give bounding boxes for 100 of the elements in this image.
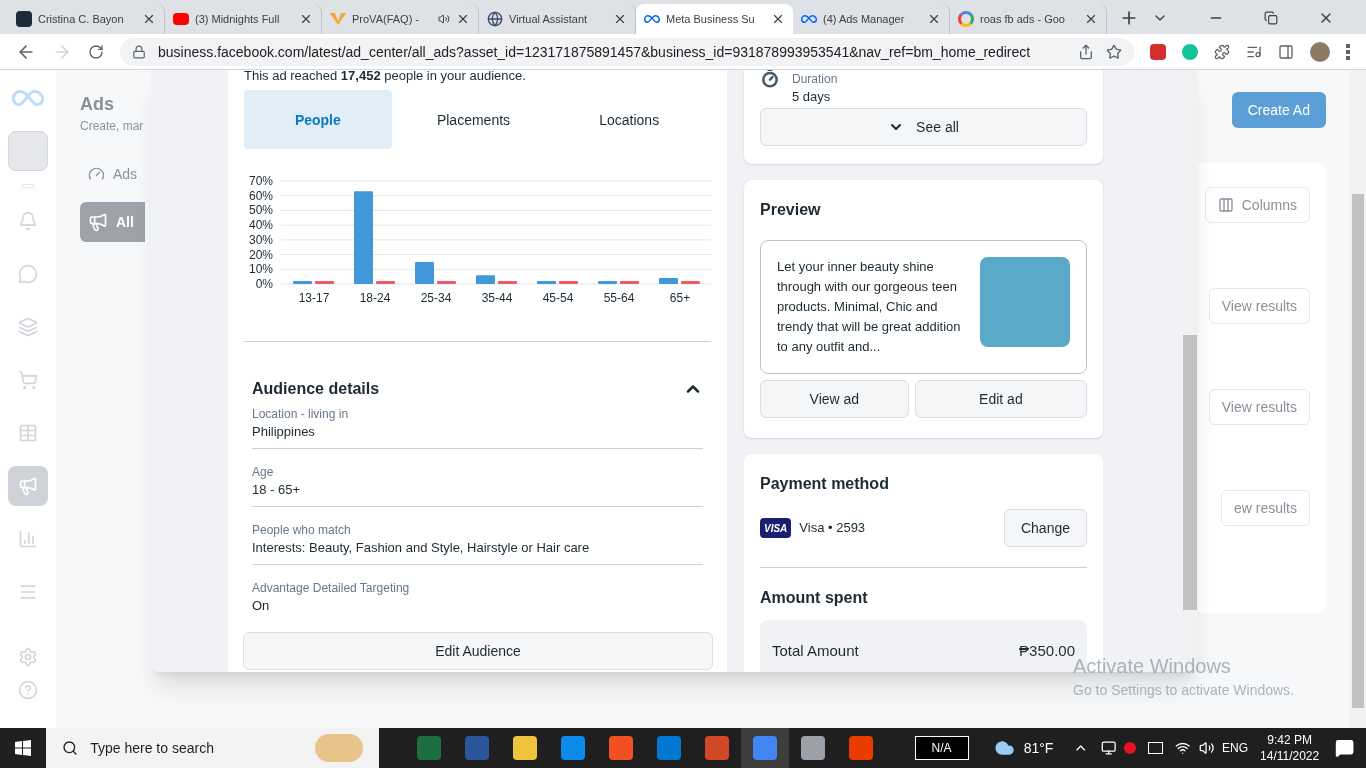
chart-bar (415, 261, 434, 284)
card-title: Payment method (760, 474, 890, 494)
close-icon[interactable] (927, 12, 941, 26)
browser-tab[interactable]: (3) Midnights Full (165, 4, 322, 34)
browser-tab[interactable]: ProVA(FAQ) - (322, 4, 479, 34)
x-tick-label: 13-17 (298, 291, 330, 305)
close-icon[interactable] (613, 12, 627, 26)
chart-bar (476, 275, 495, 284)
profile-avatar[interactable] (1310, 41, 1330, 62)
folder-icon[interactable] (512, 736, 537, 760)
speaker-icon[interactable] (1198, 740, 1215, 756)
cart-icon (18, 370, 38, 390)
bookmark-star-icon[interactable] (1106, 43, 1122, 60)
change-button[interactable]: Change (1003, 509, 1087, 547)
share-icon[interactable] (1078, 43, 1094, 60)
infinity-favicon-icon (644, 13, 660, 25)
page-subtitle: Create, mar (80, 118, 144, 134)
field-value: Philippines (252, 423, 316, 441)
columns-icon (1217, 197, 1234, 213)
x-tick-label: 65+ (669, 291, 691, 305)
ad-preview[interactable]: Let your inner beauty shine through with our gorgeous teen products. Minimal, Chic and trendy that will be great addition to any outfit and... (760, 240, 1087, 374)
temperature-text: 81°F (1023, 739, 1054, 758)
chart-bar (315, 281, 334, 284)
scrollbar-thumb[interactable] (1183, 335, 1197, 610)
view-ad-button[interactable]: View ad (760, 380, 909, 418)
megaphone-icon (18, 476, 38, 496)
chart-bar (376, 281, 395, 284)
megaphone-icon (88, 212, 108, 232)
computer-app-icon[interactable] (800, 736, 825, 760)
reload-icon[interactable] (88, 43, 104, 60)
total-label: Total Amount (772, 641, 859, 661)
tab-title: (3) Midnights Full (195, 11, 281, 27)
audience-tab[interactable]: People (244, 90, 392, 149)
stopwatch-icon (760, 70, 780, 88)
wifi-icon[interactable] (1175, 740, 1191, 756)
windows-logo-icon[interactable] (15, 740, 32, 756)
restore-icon[interactable] (1264, 11, 1278, 25)
close-icon[interactable] (142, 12, 156, 26)
stacked-pages-icon (18, 317, 38, 337)
y-tick-label: 20% (248, 247, 274, 262)
menu-icon (18, 582, 38, 602)
store-bag-icon[interactable] (608, 736, 633, 760)
activation-text: Go to Settings to activate Windows. (1073, 681, 1294, 700)
edit-audience-button[interactable]: Edit Audience (243, 632, 713, 670)
card-brand-logo: VISA (760, 518, 792, 538)
edit-ad-button[interactable]: Edit ad (914, 380, 1087, 418)
language-text[interactable]: ENG (1222, 740, 1249, 756)
battery-indicator: N/A (914, 736, 969, 760)
section-title: Audience details (252, 379, 380, 399)
close-icon[interactable] (771, 12, 785, 26)
field-label: People who match (252, 522, 352, 538)
browser-tab[interactable]: Cristina C. Bayon (8, 4, 165, 34)
close-icon[interactable] (456, 12, 470, 26)
spreadsheet-app-icon[interactable] (416, 736, 441, 760)
notification-icon[interactable] (1335, 738, 1355, 758)
see-all-button[interactable]: See all (760, 108, 1087, 146)
lock-icon (132, 44, 146, 59)
bar-chart-icon (18, 529, 38, 549)
field-value: 5 days (792, 88, 832, 106)
more-menu-icon[interactable] (1346, 43, 1350, 60)
scrollbar-thumb[interactable] (1352, 194, 1364, 708)
y-tick-label: 70% (248, 174, 274, 188)
address-bar[interactable]: business.facebook.com/latest/ad_center/all_ads?asset_id=123171875891457&business_id=931878993953541&nav_ref=bm_home_redirect (120, 37, 1134, 66)
close-icon[interactable] (1084, 12, 1098, 26)
browser-tab[interactable]: (4) Ads Manager (793, 4, 950, 34)
clock[interactable]: 9:42 PM 14/11/2022 (1260, 732, 1320, 764)
device-icon[interactable] (1100, 740, 1117, 756)
audience-tab[interactable]: Locations (555, 90, 703, 149)
page-title: Ads (80, 93, 114, 116)
play-favicon-icon (173, 13, 189, 25)
chrome-app-icon[interactable] (752, 736, 777, 760)
mic-muted-icon[interactable] (1124, 742, 1136, 754)
y-tick-label: 40% (248, 218, 274, 233)
close-icon[interactable] (299, 12, 313, 26)
taskbar-search-field[interactable]: Type here to search (46, 728, 379, 768)
chart-bar (293, 281, 312, 284)
tab-title: (4) Ads Manager (823, 11, 906, 27)
y-tick-label: 10% (248, 262, 274, 277)
infinity-favicon-icon (801, 13, 817, 25)
tab-title: roas fb ads - Goo (980, 11, 1066, 27)
side-panel-icon[interactable] (1278, 43, 1294, 60)
chart-bar (537, 281, 556, 284)
pdf-extension-icon[interactable] (1150, 43, 1166, 60)
slides-app-icon[interactable] (704, 736, 729, 760)
table-icon (18, 423, 38, 443)
card-number: Visa • 2593 (799, 519, 867, 538)
ime-icon[interactable] (1147, 742, 1164, 754)
office-app-icon[interactable] (848, 736, 873, 760)
browser-tab[interactable]: Meta Business Su (636, 4, 793, 34)
x-tick-label: 35-44 (481, 291, 513, 305)
puzzle-icon[interactable] (1214, 43, 1230, 60)
tab-title: Cristina C. Bayon (38, 11, 125, 27)
x-tick-label: 18-24 (359, 291, 391, 305)
card-title: Preview (760, 200, 822, 220)
audience-tab[interactable]: Placements (399, 90, 548, 149)
mail-icon[interactable] (656, 736, 681, 760)
x-tick-label: 25-34 (420, 291, 452, 305)
tab-title: Meta Business Su (666, 11, 756, 27)
browser-tab[interactable]: roas fb ads - Goo (950, 4, 1107, 34)
browser-app-icon[interactable] (560, 736, 585, 760)
